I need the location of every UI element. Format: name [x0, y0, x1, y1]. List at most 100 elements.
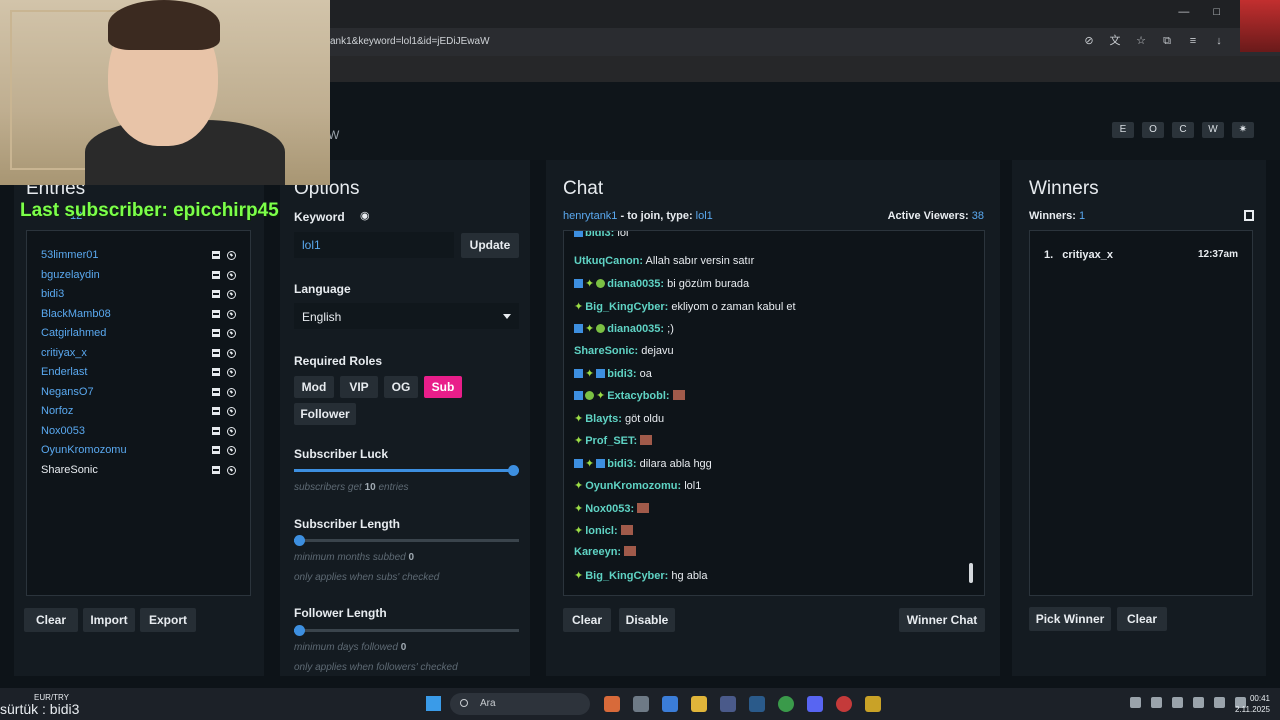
export-button[interactable]: Export [140, 608, 196, 632]
follower-length-knob[interactable] [294, 625, 305, 636]
copy-icon[interactable] [1244, 210, 1254, 221]
import-button[interactable]: Import [83, 608, 135, 632]
entry-item[interactable]: Catgirlahmed [41, 327, 106, 339]
chat-user[interactable]: OyunKromozomu: [585, 480, 681, 492]
windows-start-icon[interactable] [426, 696, 441, 711]
chat-user[interactable]: Blayts: [585, 413, 622, 425]
keyword-input[interactable]: lol1 [294, 232, 454, 258]
winner-row[interactable]: 1. critiyax_x [1044, 249, 1113, 261]
maximize-icon[interactable]: □ [1213, 6, 1220, 18]
entry-item[interactable]: bidi3 [41, 288, 64, 300]
chat-user[interactable]: bidi3: [607, 458, 636, 470]
chat-log[interactable]: bidi3: lol UtkuqCanon: Allah sabır versi… [563, 230, 985, 596]
remove-icon[interactable] [212, 466, 220, 474]
translate-icon[interactable]: 文 [1108, 34, 1122, 48]
header-button-c[interactable]: C [1172, 122, 1194, 138]
remove-icon[interactable] [212, 407, 220, 415]
chevron-up-icon[interactable] [1130, 697, 1141, 708]
ban-icon[interactable] [227, 290, 236, 299]
playlist-icon[interactable]: ≡ [1186, 34, 1200, 48]
ban-icon[interactable] [227, 407, 236, 416]
remove-icon[interactable] [212, 427, 220, 435]
chat-user[interactable]: bidi3: [585, 231, 614, 239]
entry-item[interactable]: OyunKromozomu [41, 444, 127, 456]
chat-clear-button[interactable]: Clear [563, 608, 611, 632]
update-button[interactable]: Update [461, 233, 519, 258]
entry-item[interactable]: Nox0053 [41, 425, 85, 437]
url-text[interactable]: ank1&keyword=lol1&id=jEDiJEwaW [330, 36, 490, 47]
app-icon[interactable] [604, 696, 620, 712]
remove-icon[interactable] [212, 368, 220, 376]
remove-icon[interactable] [212, 290, 220, 298]
chat-scrollbar[interactable] [969, 563, 973, 583]
winner-chat-button[interactable]: Winner Chat [899, 608, 985, 632]
camera-off-icon[interactable]: ⊘ [1082, 34, 1096, 48]
sync-icon[interactable] [1151, 697, 1162, 708]
ban-icon[interactable] [227, 271, 236, 280]
entries-clear-button[interactable]: Clear [24, 608, 78, 632]
network-icon[interactable] [1214, 697, 1225, 708]
clock[interactable]: 00:41 2.11.2025 [1235, 693, 1270, 715]
header-button-w[interactable]: W [1202, 122, 1224, 138]
chat-user[interactable]: diana0035: [607, 278, 664, 290]
app-icon[interactable] [836, 696, 852, 712]
entry-item[interactable]: bguzelaydin [41, 269, 100, 281]
ban-icon[interactable] [227, 329, 236, 338]
app-icon[interactable] [720, 696, 736, 712]
eye-icon[interactable]: ◉ [360, 209, 370, 222]
chat-user[interactable]: Big_KingCyber: [585, 301, 668, 313]
entry-item[interactable]: ShareSonic [41, 464, 98, 476]
remove-icon[interactable] [212, 271, 220, 279]
ban-icon[interactable] [227, 251, 236, 260]
minimize-icon[interactable]: — [1178, 6, 1189, 18]
sub-luck-knob[interactable] [508, 465, 519, 476]
steam-icon[interactable] [749, 696, 765, 712]
chrome-icon[interactable] [778, 696, 794, 712]
ban-icon[interactable] [227, 466, 236, 475]
download-icon[interactable]: ↓ [1212, 34, 1226, 48]
chat-disable-button[interactable]: Disable [619, 608, 675, 632]
ban-icon[interactable] [227, 446, 236, 455]
remove-icon[interactable] [212, 329, 220, 337]
role-follower[interactable]: Follower [294, 403, 356, 425]
calculator-icon[interactable] [662, 696, 678, 712]
discord-icon[interactable] [807, 696, 823, 712]
ban-icon[interactable] [227, 349, 236, 358]
winners-clear-button[interactable]: Clear [1117, 607, 1167, 631]
remove-icon[interactable] [212, 310, 220, 318]
remove-icon[interactable] [212, 251, 220, 259]
chat-user[interactable]: ShareSonic: [574, 345, 638, 357]
ban-icon[interactable] [227, 368, 236, 377]
theme-icon[interactable]: ✷ [1232, 122, 1254, 138]
microphone-icon[interactable] [1172, 697, 1183, 708]
language-select[interactable]: English [294, 303, 519, 329]
star-icon[interactable]: ☆ [1134, 34, 1148, 48]
folder-icon[interactable] [691, 696, 707, 712]
display-icon[interactable] [1193, 697, 1204, 708]
remove-icon[interactable] [212, 446, 220, 454]
entry-item[interactable]: Enderlast [41, 366, 87, 378]
chat-user[interactable]: diana0035: [607, 323, 664, 335]
entry-item[interactable]: Norfoz [41, 405, 73, 417]
chat-user[interactable]: UtkuqCanon: [574, 255, 643, 267]
chat-user[interactable]: lonicl: [585, 525, 617, 537]
follower-length-slider[interactable] [294, 625, 519, 636]
remove-icon[interactable] [212, 388, 220, 396]
ban-icon[interactable] [227, 388, 236, 397]
sub-luck-slider[interactable] [294, 465, 519, 476]
entry-item[interactable]: BlackMamb08 [41, 308, 111, 320]
channel-name[interactable]: henrytank1 [563, 210, 617, 222]
chat-user[interactable]: bidi3: [607, 368, 636, 380]
ban-icon[interactable] [227, 427, 236, 436]
chat-user[interactable]: Kareeyn: [574, 546, 621, 558]
chat-user[interactable]: Big_KingCyber: [585, 570, 668, 582]
entry-item[interactable]: critiyax_x [41, 347, 87, 359]
header-button-o[interactable]: O [1142, 122, 1164, 138]
chat-user[interactable]: Nox0053: [585, 503, 634, 515]
role-og[interactable]: OG [384, 376, 418, 398]
header-button-e[interactable]: E [1112, 122, 1134, 138]
role-sub[interactable]: Sub [424, 376, 462, 398]
sub-length-slider[interactable] [294, 535, 519, 546]
taskbar-search[interactable]: Ara [450, 693, 590, 715]
role-vip[interactable]: VIP [340, 376, 378, 398]
